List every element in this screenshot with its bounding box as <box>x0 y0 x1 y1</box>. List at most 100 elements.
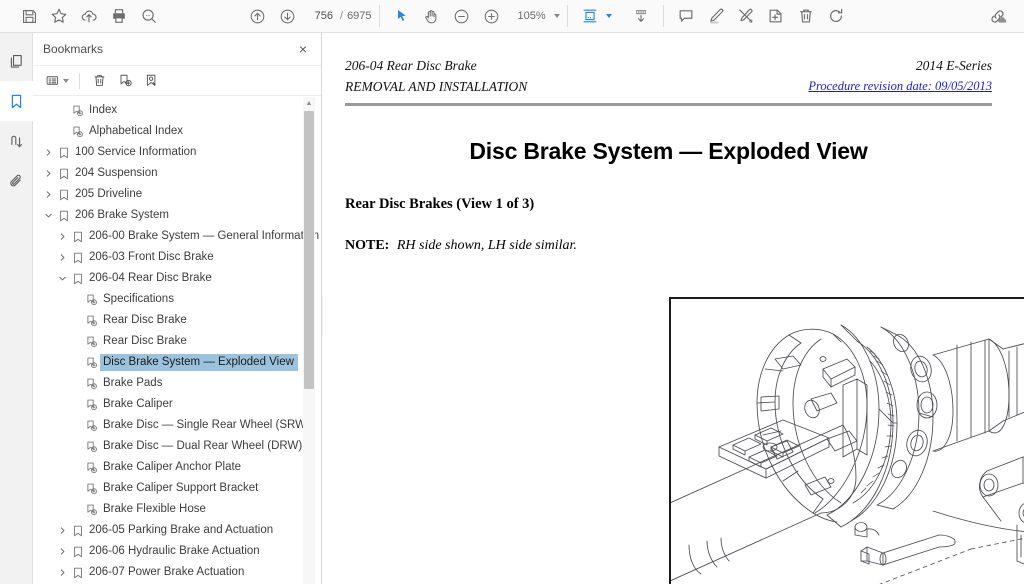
page-thumbnails-icon[interactable] <box>0 41 33 81</box>
fit-page-chevron-icon[interactable] <box>605 14 612 18</box>
page-separator: / <box>340 10 344 22</box>
bookmark-label: Brake Caliper <box>103 398 173 410</box>
zoom-out-icon[interactable] <box>447 3 477 29</box>
bookmark-label: Brake Disc — Dual Rear Wheel (DRW) <box>103 440 303 452</box>
chevron-right-icon[interactable] <box>55 226 69 247</box>
bookmark-node[interactable]: Brake Caliper Anchor Plate <box>33 457 322 478</box>
bookmark-node[interactable]: Specifications <box>33 289 322 310</box>
previous-page-button[interactable] <box>242 3 272 29</box>
header-procedure-type: REMOVAL AND INSTALLATION <box>345 79 528 94</box>
add-to-favorites-icon[interactable] <box>44 3 74 29</box>
print-icon[interactable] <box>104 3 134 29</box>
chevron-right-icon[interactable] <box>55 520 69 541</box>
scrollbar-thumb[interactable] <box>304 111 314 389</box>
bookmark-node[interactable]: Brake Caliper <box>33 394 322 415</box>
save-file-icon[interactable] <box>14 3 44 29</box>
chevron-down-icon[interactable] <box>41 205 55 226</box>
rear-disc-brake-exploded-view-illustration: 7 5 6 <box>669 297 1024 584</box>
bookmark-node[interactable]: 206-07 Power Brake Actuation <box>33 562 322 583</box>
bookmark-node[interactable]: Index <box>33 100 322 121</box>
page-bookmark-icon <box>83 462 100 474</box>
navigation-rail <box>0 33 39 584</box>
bookmark-node[interactable]: Disc Brake System — Exploded View <box>33 352 322 373</box>
bookmarks-panel-toolbar <box>33 66 321 96</box>
bookmark-node[interactable]: 204 Suspension <box>33 163 322 184</box>
document-viewport[interactable]: 206-04 Rear Disc Brake REMOVAL AND INSTA… <box>323 33 1024 584</box>
bookmarks-scrollbar[interactable]: ▲ <box>303 97 315 584</box>
bookmark-node[interactable]: 205 Driveline <box>33 184 322 205</box>
bookmark-node[interactable]: 206 Brake System <box>33 205 322 226</box>
share-link-icon[interactable] <box>982 3 1012 29</box>
draw-icon[interactable] <box>731 3 761 29</box>
page-bookmark-icon <box>83 483 100 495</box>
delete-icon[interactable] <box>791 3 821 29</box>
current-page-input[interactable]: 756 <box>308 8 336 24</box>
delete-bookmark-icon[interactable] <box>87 70 111 92</box>
page-navigator[interactable]: 756 / 6975 <box>308 8 372 24</box>
page-bookmark-icon <box>83 399 100 411</box>
zoom-level-selector[interactable]: 105% <box>517 10 560 22</box>
bookmark-options-icon[interactable] <box>42 70 72 92</box>
signature-icon[interactable] <box>0 121 33 161</box>
zoom-in-icon[interactable] <box>477 3 507 29</box>
current-bookmark-icon[interactable] <box>139 70 163 92</box>
stamp-icon[interactable] <box>761 3 791 29</box>
highlight-icon[interactable] <box>701 3 731 29</box>
page-bookmark-icon <box>83 441 100 453</box>
page-bookmark-icon <box>69 126 86 138</box>
bookmark-label: Specifications <box>103 293 174 305</box>
bookmark-node[interactable]: Brake Flexible Hose <box>33 499 322 520</box>
bookmark-label: Rear Disc Brake <box>103 335 187 347</box>
toolbar-divider-3 <box>662 5 664 27</box>
bookmark-node[interactable]: Brake Disc — Dual Rear Wheel (DRW) <box>33 436 322 457</box>
bookmark-node[interactable]: 206-06 Hydraulic Brake Actuation <box>33 541 322 562</box>
bookmark-label: Brake Caliper Anchor Plate <box>103 461 242 473</box>
bookmarks-icon[interactable] <box>0 81 39 121</box>
page-bookmark-icon <box>83 336 100 348</box>
next-page-button[interactable] <box>272 3 302 29</box>
bookmark-node[interactable]: Brake Pads <box>33 373 322 394</box>
chevron-right-icon[interactable] <box>41 184 55 205</box>
chevron-right-icon[interactable] <box>41 142 55 163</box>
bookmark-node[interactable]: 206-04 Rear Disc Brake <box>33 268 322 289</box>
scroll-mode-icon[interactable] <box>626 3 656 29</box>
toolbar-divider-1 <box>378 5 380 27</box>
bookmark-node[interactable]: Rear Disc Brake <box>33 310 322 331</box>
new-bookmark-icon[interactable] <box>113 70 137 92</box>
fit-page-icon[interactable] <box>575 3 605 29</box>
add-comment-icon[interactable] <box>671 3 701 29</box>
attachments-icon[interactable] <box>0 161 33 201</box>
hand-tool-icon[interactable] <box>417 3 447 29</box>
find-icon[interactable] <box>134 3 164 29</box>
bookmark-node[interactable]: 206-00 Brake System — General Informatio… <box>33 226 322 247</box>
callout-leader-lines <box>879 510 1024 584</box>
bookmark-node[interactable]: Alphabetical Index <box>33 121 322 142</box>
bookmark-label: 206-00 Brake System — General Informatio… <box>89 230 320 242</box>
chevron-down-icon[interactable] <box>55 268 69 289</box>
bookmark-node[interactable]: Rear Disc Brake <box>33 331 322 352</box>
brake-disc-rotor <box>826 324 898 528</box>
chevron-right-icon[interactable] <box>55 562 69 583</box>
bookmark-label: Brake Disc — Single Rear Wheel (SRW) <box>103 419 310 431</box>
bookmark-icon <box>55 168 72 180</box>
select-tool-icon[interactable] <box>387 3 417 29</box>
scroll-up-arrow-icon[interactable]: ▲ <box>303 97 315 109</box>
procedure-revision-date-link[interactable]: Procedure revision date: 09/05/2013 <box>808 76 992 97</box>
chevron-right-icon[interactable] <box>55 541 69 562</box>
rotate-icon[interactable] <box>821 3 851 29</box>
bookmark-options-chevron-icon[interactable] <box>63 78 69 83</box>
chevron-right-icon[interactable] <box>41 163 55 184</box>
bookmark-node[interactable]: 206-05 Parking Brake and Actuation <box>33 520 322 541</box>
bookmark-node[interactable]: 100 Service Information <box>33 142 322 163</box>
bookmarks-tree[interactable]: Index Alphabetical Index 100 Service Infor… <box>33 97 322 584</box>
header-divider <box>345 103 992 106</box>
bookmark-node[interactable]: Brake Caliper Support Bracket <box>33 478 322 499</box>
upload-cloud-icon[interactable] <box>74 3 104 29</box>
wheel-hub <box>876 326 1024 510</box>
bookmark-node[interactable]: Brake Disc — Single Rear Wheel (SRW) <box>33 415 322 436</box>
bookmark-node[interactable]: 206-03 Front Disc Brake <box>33 247 322 268</box>
chevron-down-icon[interactable] <box>553 14 560 18</box>
bookmark-label: 205 Driveline <box>75 188 143 200</box>
close-icon[interactable]: × <box>293 39 313 59</box>
chevron-right-icon[interactable] <box>55 247 69 268</box>
